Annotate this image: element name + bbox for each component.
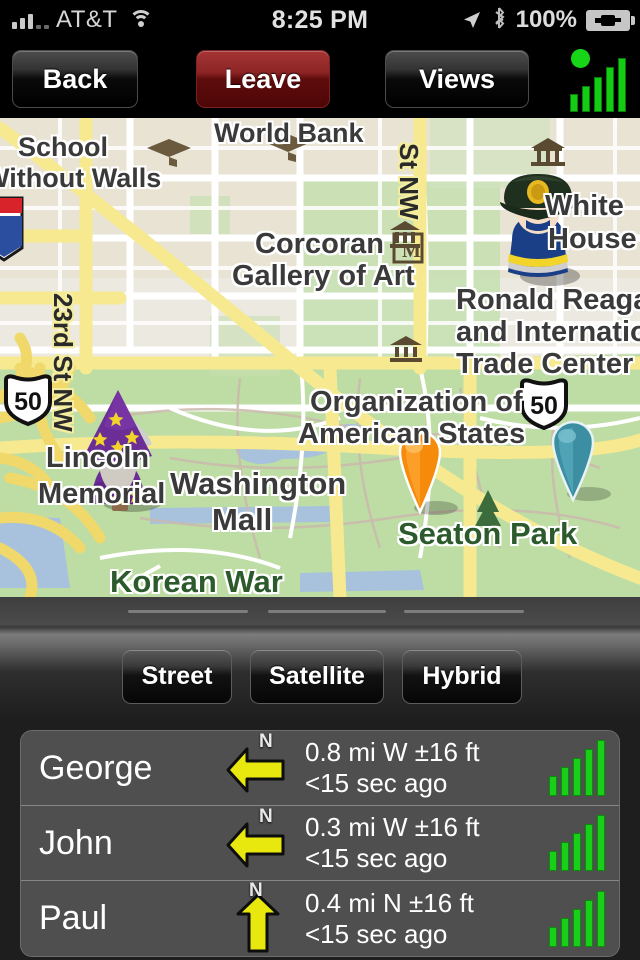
list-item[interactable]: John N 0.3 mi W ±16 ft <15 sec ago — [21, 806, 619, 881]
map-label: Memorial — [38, 478, 166, 510]
status-bar-right: 100% — [462, 6, 640, 34]
map-type-buttons: Street Satellite Hybrid — [0, 649, 640, 707]
map-label: and International — [456, 316, 640, 348]
svg-text:50: 50 — [14, 388, 42, 416]
north-label: N — [259, 806, 273, 827]
distance-label: 0.8 mi W ±16 ft — [305, 737, 480, 767]
updated-label: <15 sec ago — [305, 768, 448, 798]
tab-street[interactable]: Street — [122, 649, 232, 704]
bluetooth-icon — [491, 6, 507, 34]
map-label: Korean War — [110, 564, 283, 597]
views-button[interactable]: Views — [385, 50, 529, 108]
svg-text:M: M — [402, 240, 421, 262]
distance-label: 0.3 mi W ±16 ft — [305, 812, 480, 842]
leave-button[interactable]: Leave — [196, 50, 330, 108]
gps-bars — [570, 58, 630, 112]
gps-signal-strength-icon — [566, 46, 632, 114]
map-label: Ronald Reagan — [456, 284, 640, 316]
direction-arrow-icon: N — [221, 731, 301, 803]
map-label: White — [545, 190, 624, 222]
map-label: House — [548, 223, 637, 255]
map-label: Seaton Park — [398, 516, 578, 551]
signal-strength-icon — [541, 890, 619, 947]
location-arrow-icon — [462, 10, 482, 30]
map-label: World Bank — [214, 118, 364, 148]
person-details: 0.8 mi W ±16 ft <15 sec ago — [301, 737, 541, 799]
map-label: Organization of — [310, 386, 523, 418]
direction-arrow-icon: N — [221, 880, 301, 954]
tab-hybrid[interactable]: Hybrid — [402, 649, 522, 704]
person-details: 0.4 mi N ±16 ft <15 sec ago — [301, 888, 541, 950]
map-label: 23rd St NW — [48, 293, 78, 432]
distance-label: 0.4 mi N ±16 ft — [305, 887, 474, 918]
map-label: Trade Center — [456, 348, 634, 380]
people-list: George N 0.8 mi W ±16 ft <15 sec ago John N 0.… — [20, 730, 620, 957]
battery-percent-label: 100% — [515, 6, 577, 33]
map-type-bar: Street Satellite Hybrid — [0, 597, 640, 722]
map-label: School — [18, 132, 109, 162]
map-view[interactable]: M 50 50 School Without Walls World Bank … — [0, 118, 640, 597]
status-bar: AT&T 8:25 PM 100% — [0, 0, 640, 40]
navigation-bar: Back Leave Views — [0, 40, 640, 118]
people-list-container: George N 0.8 mi W ±16 ft <15 sec ago John N 0.… — [0, 722, 640, 960]
north-label: N — [259, 731, 273, 752]
map-label: St NW — [394, 143, 424, 220]
person-name: George — [39, 748, 153, 787]
map-label: Corcoran — [255, 228, 384, 260]
map-label: Without Walls — [0, 163, 162, 193]
map-label: American States — [298, 418, 526, 450]
signal-strength-icon — [541, 740, 619, 796]
updated-label: <15 sec ago — [305, 843, 448, 873]
person-name: Paul — [39, 899, 108, 937]
map-label: Gallery of Art — [232, 260, 415, 292]
list-item[interactable]: Paul N 0.4 mi N ±16 ft <15 sec ago — [21, 880, 619, 956]
map-label: Mall — [212, 502, 273, 537]
signal-strength-icon — [541, 815, 619, 871]
updated-label: <15 sec ago — [305, 918, 448, 949]
battery-charging-icon — [586, 9, 635, 31]
person-name: John — [39, 823, 113, 862]
direction-arrow-icon: N — [221, 806, 301, 878]
tab-satellite[interactable]: Satellite — [250, 649, 384, 704]
map-label: Lincoln — [46, 442, 150, 474]
person-details: 0.3 mi W ±16 ft <15 sec ago — [301, 812, 541, 874]
north-label: N — [249, 879, 263, 901]
peeking-row-dividers — [0, 610, 640, 616]
list-item[interactable]: George N 0.8 mi W ±16 ft <15 sec ago — [21, 731, 619, 806]
map-label: Washington — [170, 466, 347, 501]
back-button[interactable]: Back — [12, 50, 138, 108]
